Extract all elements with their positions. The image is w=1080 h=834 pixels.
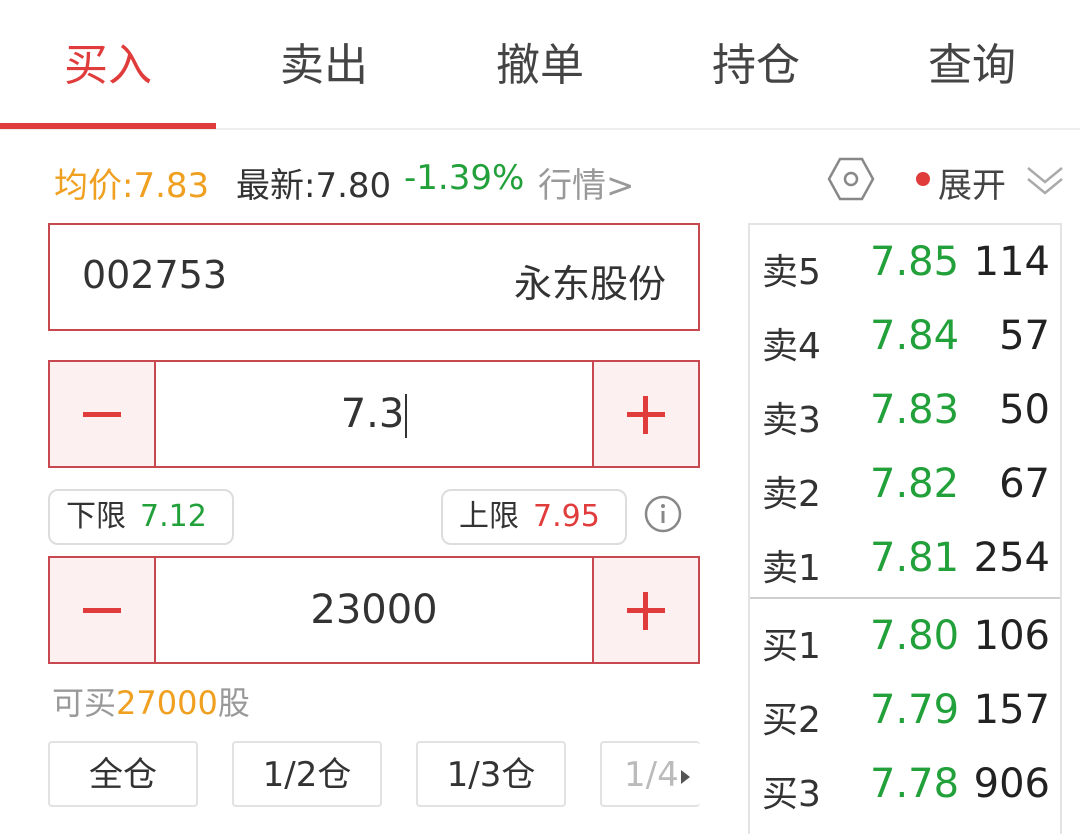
price-increase-button[interactable] bbox=[592, 362, 698, 466]
double-chevron-down-icon[interactable] bbox=[1022, 160, 1068, 200]
ask-level: 卖1 bbox=[762, 548, 821, 589]
text-cursor bbox=[405, 394, 408, 438]
scroll-right-arrow-icon[interactable] bbox=[680, 769, 690, 784]
lower-limit-value: 7.12 bbox=[140, 499, 207, 534]
bid-price: 7.79 bbox=[870, 687, 960, 733]
ask-volume: 50 bbox=[999, 387, 1050, 433]
tab-cancel[interactable]: 撤单 bbox=[432, 0, 648, 130]
bid-volume: 157 bbox=[973, 687, 1050, 733]
bid-level: 买3 bbox=[762, 774, 821, 815]
stock-name: 永东股份 bbox=[513, 262, 666, 306]
upper-limit-badge[interactable]: 上限 7.95 bbox=[441, 489, 627, 545]
order-book-divider bbox=[750, 597, 1060, 599]
minus-icon bbox=[83, 608, 121, 613]
hexagon-settings-icon[interactable] bbox=[826, 156, 876, 202]
upper-limit-label: 上限 bbox=[459, 499, 519, 534]
market-link[interactable]: 行情> bbox=[538, 158, 635, 207]
active-tab-indicator bbox=[0, 123, 216, 129]
tab-query[interactable]: 查询 bbox=[864, 0, 1080, 130]
ask-price: 7.82 bbox=[870, 461, 960, 507]
price-change: -1.39% bbox=[404, 158, 525, 198]
order-book: 卖5 7.85 114 卖4 7.84 57 卖3 7.83 50 卖2 7.8… bbox=[748, 223, 1062, 834]
price-decrease-button[interactable] bbox=[50, 362, 156, 466]
notification-dot bbox=[916, 172, 930, 186]
third-position-button[interactable]: 1/3仓 bbox=[416, 741, 566, 807]
tab-buy[interactable]: 买入 bbox=[0, 0, 216, 130]
stock-selector[interactable]: 002753 永东股份 bbox=[48, 223, 700, 331]
lower-limit-label: 下限 bbox=[66, 499, 126, 534]
full-position-button[interactable]: 全仓 bbox=[48, 741, 198, 807]
ask-price: 7.85 bbox=[870, 239, 960, 285]
ask-level: 卖3 bbox=[762, 400, 821, 441]
latest-price: 最新:7.80 bbox=[236, 166, 392, 206]
trade-tabs: 买入 卖出 撤单 持仓 查询 bbox=[0, 0, 1080, 130]
available-amount: 27000 bbox=[116, 684, 218, 722]
ask-price: 7.84 bbox=[870, 313, 960, 359]
quantity-increase-button[interactable] bbox=[592, 558, 698, 662]
lower-limit-badge[interactable]: 下限 7.12 bbox=[48, 489, 234, 545]
quantity-input[interactable]: 23000 bbox=[156, 558, 592, 662]
half-position-button[interactable]: 1/2仓 bbox=[232, 741, 382, 807]
bid-row[interactable]: 买2 7.79 157 bbox=[750, 677, 1060, 751]
ask-row[interactable]: 卖1 7.81 254 bbox=[750, 525, 1060, 599]
quantity-decrease-button[interactable] bbox=[50, 558, 156, 662]
ask-level: 卖5 bbox=[762, 252, 821, 293]
quarter-position-button[interactable]: 1/4 bbox=[600, 741, 700, 807]
bid-volume: 106 bbox=[973, 613, 1050, 659]
bid-level: 买2 bbox=[762, 700, 821, 741]
minus-icon bbox=[83, 412, 121, 417]
ask-volume: 67 bbox=[999, 461, 1050, 507]
bid-row[interactable]: 买3 7.78 906 bbox=[750, 751, 1060, 825]
ask-price: 7.81 bbox=[870, 535, 960, 581]
quote-info-row: 均价:7.83 最新:7.80 -1.39% 行情> 展开 bbox=[0, 150, 1080, 210]
available-to-buy: 可买27000股 bbox=[52, 678, 250, 724]
ask-volume: 254 bbox=[973, 535, 1050, 581]
ask-row[interactable]: 卖4 7.84 57 bbox=[750, 303, 1060, 377]
ask-volume: 114 bbox=[973, 239, 1050, 285]
price-stepper: 7.3 bbox=[48, 360, 700, 468]
bid-price: 7.78 bbox=[870, 761, 960, 807]
ask-price: 7.83 bbox=[870, 387, 960, 433]
ask-level: 卖4 bbox=[762, 326, 821, 367]
quarter-position-label: 1/4 bbox=[624, 755, 679, 795]
quantity-stepper: 23000 bbox=[48, 556, 700, 664]
info-icon[interactable] bbox=[643, 494, 683, 534]
bid-volume: 906 bbox=[973, 761, 1050, 807]
price-value: 7.3 bbox=[340, 391, 405, 437]
bid-price: 7.80 bbox=[870, 613, 960, 659]
expand-button[interactable]: 展开 bbox=[938, 158, 1006, 207]
ask-row[interactable]: 卖2 7.82 67 bbox=[750, 451, 1060, 525]
available-suffix: 股 bbox=[217, 684, 250, 722]
bid-level: 买1 bbox=[762, 626, 821, 667]
available-prefix: 可买 bbox=[52, 684, 117, 722]
ask-row[interactable]: 卖5 7.85 114 bbox=[750, 229, 1060, 303]
stock-code: 002753 bbox=[82, 253, 228, 297]
tab-positions[interactable]: 持仓 bbox=[648, 0, 864, 130]
upper-limit-value: 7.95 bbox=[533, 499, 600, 534]
bid-row[interactable]: 买1 7.80 106 bbox=[750, 603, 1060, 677]
tab-sell[interactable]: 卖出 bbox=[216, 0, 432, 130]
ask-row[interactable]: 卖3 7.83 50 bbox=[750, 377, 1060, 451]
price-input[interactable]: 7.3 bbox=[156, 362, 592, 466]
ask-level: 卖2 bbox=[762, 474, 821, 515]
ask-volume: 57 bbox=[999, 313, 1050, 359]
average-price: 均价:7.83 bbox=[54, 166, 210, 206]
